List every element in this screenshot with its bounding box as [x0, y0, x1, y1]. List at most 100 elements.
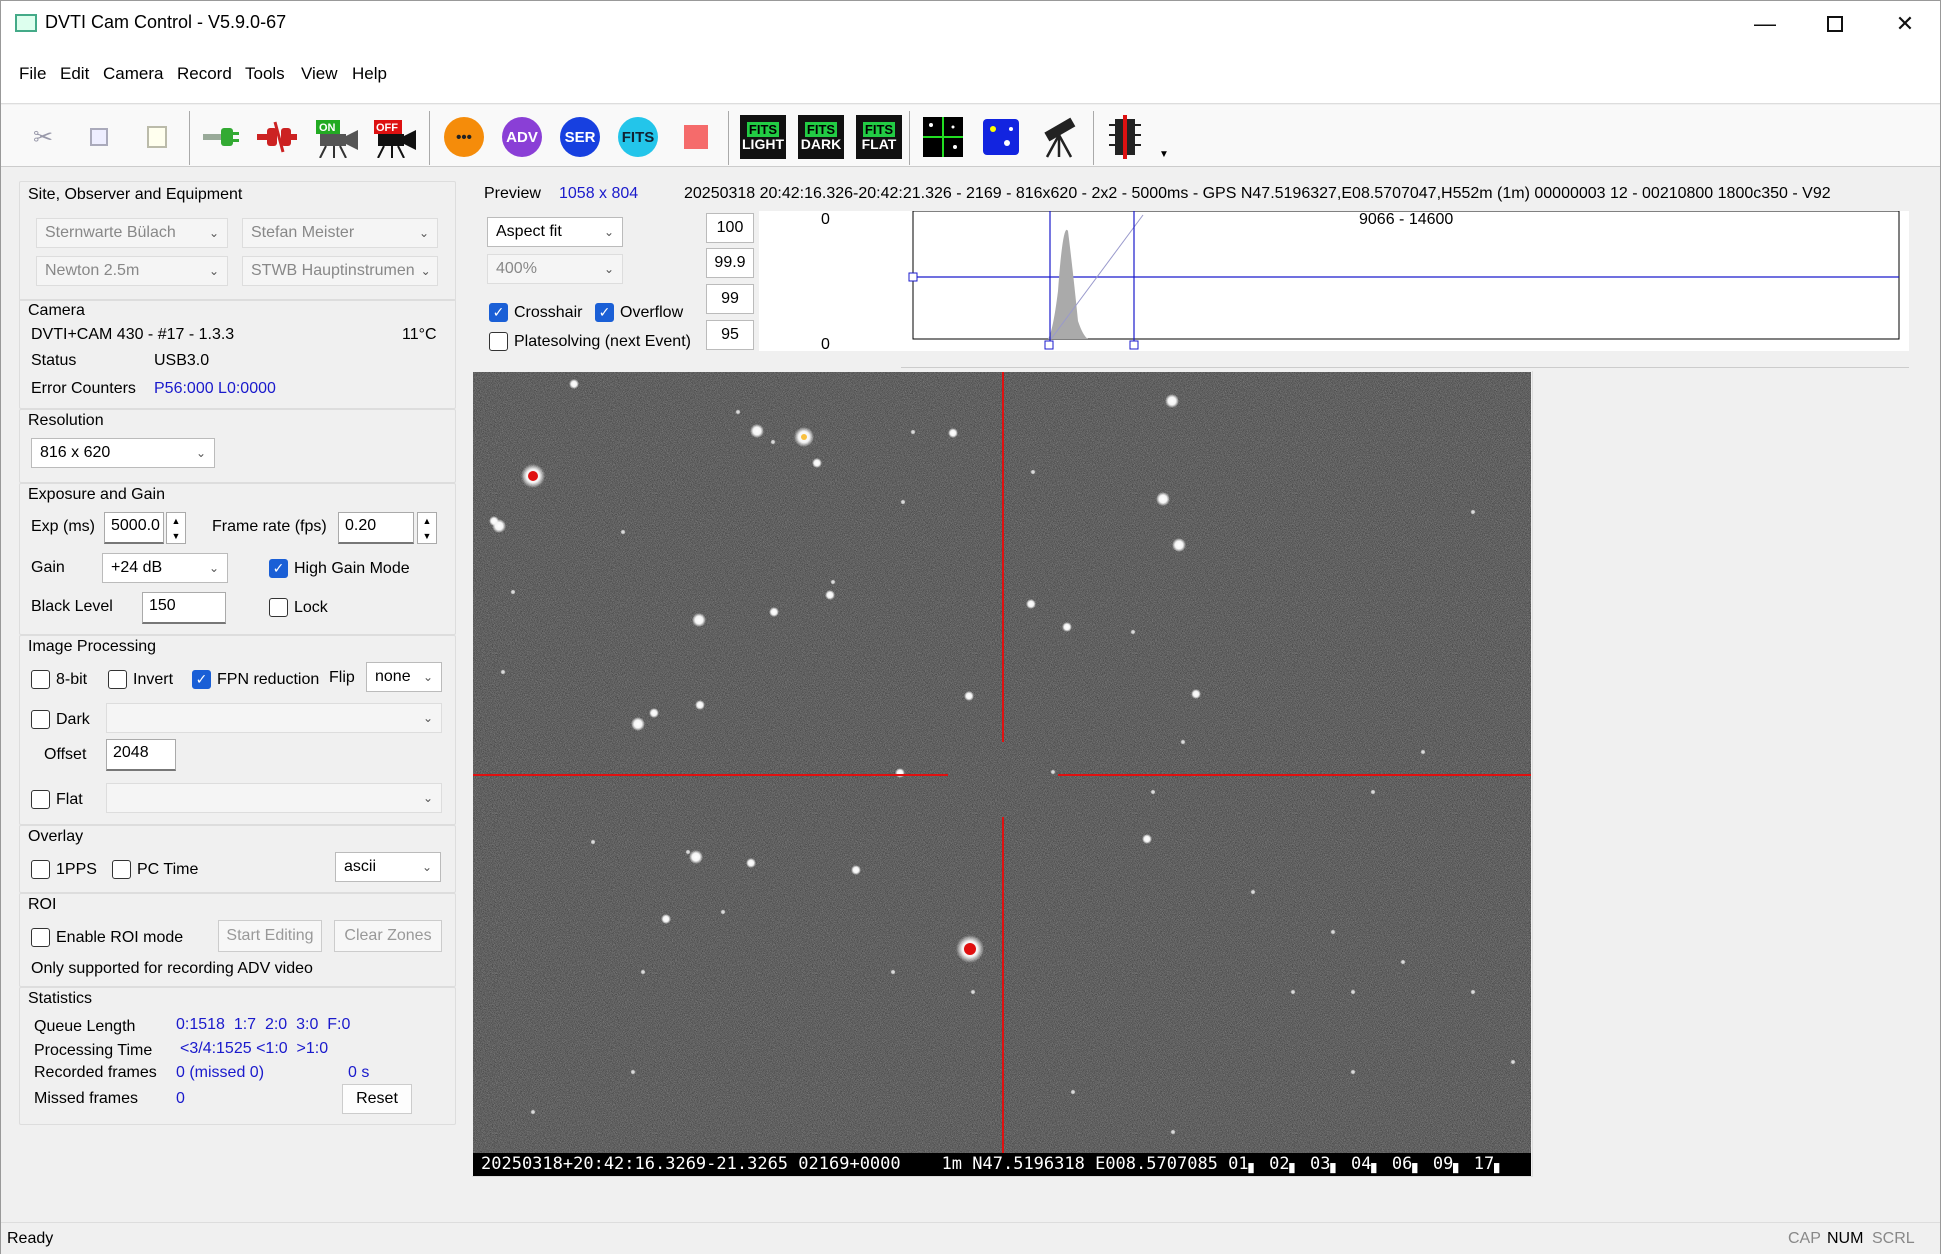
more-circle: •••	[444, 117, 484, 157]
flip-select[interactable]: none ⌄	[366, 662, 442, 692]
crosshair-star-icon[interactable]	[921, 115, 965, 159]
star	[1350, 1069, 1356, 1075]
menu-edit[interactable]: Edit	[54, 64, 95, 84]
level-100-button[interactable]: 100	[706, 213, 754, 243]
telescope-icon[interactable]	[1037, 115, 1081, 159]
disconnect-icon[interactable]	[255, 115, 299, 159]
dark-checkbox[interactable]: Dark	[31, 710, 90, 729]
histogram-range: 9066 - 14600	[1359, 211, 1454, 228]
observer-select[interactable]: Stefan Meister ⌄	[242, 218, 438, 248]
enable-roi-checkbox[interactable]: Enable ROI mode	[31, 928, 183, 947]
stop-button[interactable]	[674, 115, 718, 159]
resolution-select[interactable]: 816 x 620 ⌄	[31, 438, 215, 468]
fits-circle: FITS	[618, 117, 658, 157]
record-ser-button[interactable]: SER	[558, 115, 602, 159]
exposure-spinner[interactable]: ▲ ▼	[166, 512, 186, 544]
menu-tools[interactable]: Tools	[239, 64, 291, 84]
settings-chip-icon[interactable]	[1103, 115, 1147, 159]
ser-circle: SER	[560, 117, 600, 157]
title-bar: DVTI Cam Control - V5.9.0-67 — ✕	[1, 1, 1940, 46]
menu-camera[interactable]: Camera	[97, 64, 169, 84]
crosshair-checkbox[interactable]: ✓ Crosshair	[489, 303, 582, 322]
star	[910, 429, 916, 435]
platesolving-checkbox[interactable]: Platesolving (next Event)	[489, 332, 691, 351]
observatory-select[interactable]: Sternwarte Bülach ⌄	[36, 218, 228, 248]
preview-label: Preview	[484, 185, 541, 202]
fits-light-button[interactable]: FITS LIGHT	[739, 115, 787, 159]
invert-checkbox[interactable]: Invert	[108, 670, 173, 689]
stop-icon	[684, 125, 708, 149]
clear-zones-button[interactable]: Clear Zones	[334, 920, 442, 952]
high-gain-checkbox[interactable]: ✓ High Gain Mode	[269, 559, 410, 578]
level-95-button[interactable]: 95	[706, 320, 754, 350]
black-level-label: Black Level	[31, 598, 113, 615]
star	[685, 849, 691, 855]
exposure-group-title: Exposure and Gain	[28, 486, 165, 503]
start-editing-button[interactable]: Start Editing	[218, 920, 322, 952]
record-menu-button[interactable]: •••	[442, 115, 486, 159]
star	[630, 1069, 636, 1075]
black-level-input[interactable]: 150	[142, 592, 226, 624]
fpn-checkbox[interactable]: ✓ FPN reduction	[192, 670, 319, 689]
record-adv-button[interactable]: ADV	[500, 115, 544, 159]
flat-file-select[interactable]: ⌄	[106, 783, 442, 813]
star	[1070, 1089, 1076, 1095]
overlay-format-select[interactable]: ascii ⌄	[335, 852, 441, 882]
camera-on-icon[interactable]: ON	[313, 115, 363, 159]
fits-dark-button[interactable]: FITS DARK	[797, 115, 845, 159]
svg-text:ON: ON	[319, 122, 336, 134]
copy-icon[interactable]	[77, 115, 121, 159]
level-99-9-button[interactable]: 99.9	[706, 248, 754, 278]
telescope-select[interactable]: Newton 2.5m ⌄	[36, 256, 228, 286]
star-image[interactable]: 20250318+20:42:16.3269-21.3265 02169+000…	[473, 372, 1531, 1176]
overlay-group-title: Overlay	[28, 828, 84, 845]
preview-info: 20250318 20:42:16.326-20:42:21.326 - 216…	[684, 185, 1831, 202]
app-icon	[15, 14, 37, 32]
window-title: DVTI Cam Control - V5.9.0-67	[45, 12, 287, 32]
reset-button[interactable]: Reset	[342, 1084, 412, 1114]
framerate-label: Frame rate (fps)	[212, 518, 327, 535]
histogram-top-label: 0	[821, 211, 830, 228]
histogram-panel[interactable]: 9066 - 14600	[903, 211, 1909, 351]
dark-file-select[interactable]: ⌄	[106, 703, 442, 733]
lock-checkbox[interactable]: Lock	[269, 598, 328, 617]
maximize-button[interactable]	[1800, 1, 1870, 46]
exposure-input[interactable]: 5000.0	[104, 512, 164, 544]
record-fits-button[interactable]: FITS	[616, 115, 660, 159]
status-label: Status	[31, 352, 77, 369]
instrument-select[interactable]: STWB Hauptinstrumen ⌄	[242, 256, 438, 286]
camera-group: Camera DVTI+CAM 430 - #17 - 1.3.3 11°C S…	[19, 299, 456, 409]
menu-bar: File Edit Camera Record Tools View Help	[1, 46, 1940, 104]
timestamp-overlay: 20250318+20:42:16.3269-21.3265 02169+000…	[473, 1153, 1531, 1176]
connect-icon[interactable]	[199, 115, 243, 159]
cut-icon[interactable]: ✂	[21, 115, 65, 159]
framerate-spinner[interactable]: ▲ ▼	[417, 512, 437, 544]
paste-icon[interactable]	[135, 115, 179, 159]
framerate-input[interactable]: 0.20	[338, 512, 414, 544]
star	[1330, 929, 1336, 935]
menu-help[interactable]: Help	[346, 64, 393, 84]
overflow-checkbox[interactable]: ✓ Overflow	[595, 303, 683, 322]
camera-off-icon[interactable]: OFF	[371, 115, 421, 159]
8bit-checkbox[interactable]: 8-bit	[31, 670, 87, 689]
roi-group-title: ROI	[28, 896, 57, 913]
fits-flat-button[interactable]: FITS FLAT	[855, 115, 903, 159]
offset-input[interactable]: 2048	[106, 739, 176, 771]
star	[900, 499, 906, 505]
fit-mode-select[interactable]: Aspect fit ⌄	[487, 217, 623, 247]
minimize-button[interactable]: —	[1730, 1, 1800, 46]
toolbar-overflow-icon[interactable]: ▼	[1159, 149, 1169, 160]
star	[890, 969, 896, 975]
close-button[interactable]: ✕	[1870, 1, 1940, 46]
flat-checkbox[interactable]: Flat	[31, 790, 83, 809]
pc-time-checkbox[interactable]: PC Time	[112, 860, 198, 879]
menu-view[interactable]: View	[295, 64, 344, 84]
platesolve-icon[interactable]	[979, 115, 1023, 159]
gain-select[interactable]: +24 dB ⌄	[102, 553, 228, 583]
1pps-checkbox[interactable]: 1PPS	[31, 860, 97, 879]
menu-file[interactable]: File	[13, 64, 52, 84]
zoom-select[interactable]: 400% ⌄	[487, 254, 623, 284]
level-99-button[interactable]: 99	[706, 284, 754, 314]
star	[830, 579, 836, 585]
menu-record[interactable]: Record	[171, 64, 238, 84]
